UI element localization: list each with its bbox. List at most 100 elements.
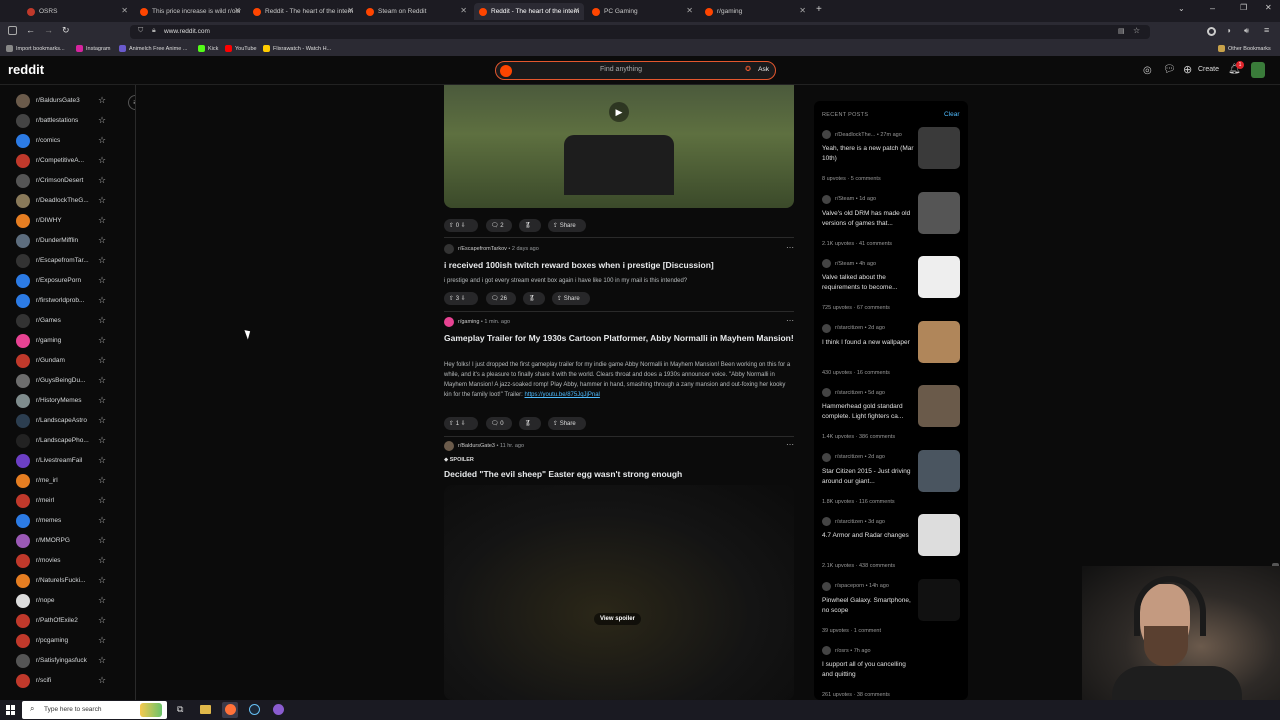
favorite-star-icon[interactable]: ☆ (98, 355, 106, 366)
more-options-icon[interactable]: ⋯ (786, 316, 794, 325)
favorite-star-icon[interactable]: ☆ (98, 295, 106, 306)
clear-button[interactable]: Clear (944, 111, 960, 118)
favorite-star-icon[interactable]: ☆ (98, 175, 106, 186)
recent-post-sub[interactable]: r/osrs (835, 648, 849, 654)
downvote-icon[interactable]: ⇩ (461, 420, 466, 427)
sidebar-item[interactable]: r/CompetitiveA... ☆ (0, 152, 135, 170)
minimize-window-icon[interactable]: – (1210, 3, 1215, 13)
speaker-icon[interactable]: 🔊︎ (1244, 26, 1249, 36)
sidebar-item[interactable]: r/DunderMifflin ☆ (0, 232, 135, 250)
search-input[interactable]: Find anything ✪ Ask (495, 61, 776, 80)
close-tab-icon[interactable]: ✕ (460, 6, 467, 15)
more-options-icon[interactable]: ⋯ (786, 243, 794, 252)
sidebar-item[interactable]: r/comics ☆ (0, 132, 135, 150)
recent-post-card[interactable]: r/starcitizen • 3d ago 4.7 Armor and Rada… (814, 514, 968, 577)
recent-post-title[interactable]: I think I found a new wallpaper (822, 338, 914, 348)
taskbar-search-input[interactable]: ⌕ Type here to search (22, 701, 167, 719)
file-explorer-icon[interactable] (200, 705, 211, 714)
favorite-star-icon[interactable]: ☆ (98, 375, 106, 386)
award-button[interactable]: 🏅︎ (519, 417, 541, 430)
extension-icon[interactable] (1207, 27, 1216, 36)
recent-post-sub[interactable]: r/starcitizen (835, 390, 863, 396)
sidebar-item[interactable]: r/me_irl ☆ (0, 472, 135, 490)
favorite-star-icon[interactable]: ☆ (98, 455, 106, 466)
sidebar-item[interactable]: r/NatureIsFucki... ☆ (0, 572, 135, 590)
upvote-icon[interactable]: ⇧ (449, 420, 454, 427)
recent-post-card[interactable]: r/starcitizen • 2d ago I think I found a … (814, 320, 968, 384)
browser-tab[interactable]: Reddit - The heart of the intern ✕ (248, 3, 358, 20)
sidebar-item[interactable]: r/gaming ☆ (0, 332, 135, 350)
favorite-star-icon[interactable]: ☆ (98, 475, 106, 486)
favorite-star-icon[interactable]: ☆ (98, 235, 106, 246)
sidebar-toggle-icon[interactable] (8, 26, 17, 35)
more-options-icon[interactable]: ⋯ (786, 440, 794, 449)
sidebar-item[interactable]: r/nope ☆ (0, 592, 135, 610)
sidebar-item[interactable]: r/PathOfExile2 ☆ (0, 612, 135, 630)
ask-button[interactable]: Ask (758, 66, 769, 73)
favorite-star-icon[interactable]: ☆ (98, 395, 106, 406)
recent-post-sub[interactable]: r/starcitizen (835, 519, 863, 525)
recent-post-title[interactable]: 4.7 Armor and Radar changes (822, 531, 914, 541)
favorite-star-icon[interactable]: ☆ (98, 535, 106, 546)
sidebar-item[interactable]: r/ExposurePorn ☆ (0, 272, 135, 290)
favorite-star-icon[interactable]: ☆ (98, 655, 106, 666)
sidebar-item[interactable]: r/pcgaming ☆ (0, 632, 135, 650)
sidebar-item[interactable]: r/EscapefromTar... ☆ (0, 252, 135, 270)
subreddit-link[interactable]: r/EscapefromTarkov (458, 246, 507, 252)
sidebar-item[interactable]: r/CrimsonDesert ☆ (0, 172, 135, 190)
downvote-icon[interactable]: ⇩ (461, 222, 466, 229)
sidebar-item[interactable]: r/DIWHY ☆ (0, 212, 135, 230)
sidebar-item[interactable]: r/firstworldprob... ☆ (0, 292, 135, 310)
subreddit-link[interactable]: r/gaming (458, 319, 479, 325)
sidebar-item[interactable]: r/Gundam ☆ (0, 352, 135, 370)
sidebar-item[interactable]: r/LandscapeAstro ☆ (0, 412, 135, 430)
browser-tab[interactable]: Steam on Reddit ✕ (361, 3, 471, 20)
spoiler-media[interactable]: View spoiler (444, 485, 794, 700)
favorite-star-icon[interactable]: ☆ (98, 115, 106, 126)
lock-icon[interactable]: 🔒︎ (152, 27, 156, 35)
sidebar-item[interactable]: r/LandscapePho... ☆ (0, 432, 135, 450)
sidebar-item[interactable]: r/memes ☆ (0, 512, 135, 530)
favorite-star-icon[interactable]: ☆ (98, 215, 106, 226)
sidebar-item[interactable]: r/Games ☆ (0, 312, 135, 330)
recent-post-card[interactable]: r/starcitizen • 2d ago Star Citizen 2015 … (814, 449, 968, 513)
favorite-star-icon[interactable]: ☆ (98, 95, 106, 106)
reader-view-icon[interactable]: ▤ (1118, 27, 1125, 35)
close-tab-icon[interactable]: ✕ (686, 6, 693, 15)
share-button[interactable]: ⇪ Share (548, 417, 586, 430)
favorite-star-icon[interactable]: ☆ (98, 335, 106, 346)
favorite-star-icon[interactable]: ☆ (98, 135, 106, 146)
recent-post-sub[interactable]: r/Steam (835, 261, 854, 267)
upvote-icon[interactable]: ⇧ (449, 222, 454, 229)
vote-buttons[interactable]: ⇧ 3 ⇩ (444, 292, 478, 305)
sidebar-item[interactable]: r/scifi ☆ (0, 672, 135, 690)
browser-tab[interactable]: PC Gaming ✕ (587, 3, 697, 20)
close-tab-icon[interactable]: ✕ (573, 6, 580, 15)
favorite-star-icon[interactable]: ☆ (98, 155, 106, 166)
recent-post-sub[interactable]: r/Steam (835, 196, 854, 202)
bookmark-youtube[interactable]: YouTube (225, 45, 257, 52)
recent-post-title[interactable]: Yeah, there is a new patch (Mar 10th) (822, 144, 914, 164)
other-bookmarks[interactable]: Other Bookmarks (1218, 45, 1271, 52)
sidebar-item[interactable]: r/DeadlockTheG... ☆ (0, 192, 135, 210)
favorite-star-icon[interactable]: ☆ (98, 435, 106, 446)
favorite-star-icon[interactable]: ☆ (98, 275, 106, 286)
steam-icon[interactable] (249, 704, 260, 715)
sidebar-item[interactable]: r/LivestreamFail ☆ (0, 452, 135, 470)
recent-post-title[interactable]: I support all of you cancelling and quit… (822, 660, 914, 680)
favorite-star-icon[interactable]: ☆ (98, 195, 106, 206)
favorite-star-icon[interactable]: ☆ (98, 555, 106, 566)
recent-post-card[interactable]: r/Steam • 1d ago Valve's old DRM has made… (814, 191, 968, 255)
subreddit-link[interactable]: r/BaldursGate3 (458, 443, 495, 449)
browser-tab[interactable]: OSRS ✕ (22, 3, 132, 20)
recent-post-card[interactable]: r/DeadlockThe... • 27m ago Yeah, there is… (814, 127, 968, 190)
recent-post-thumbnail[interactable] (918, 449, 960, 492)
downvote-icon[interactable]: ⇩ (461, 295, 466, 302)
recent-post-title[interactable]: Pinwheel Galaxy. Smartphone, no scope (822, 596, 914, 616)
sidebar-item[interactable]: r/MMORPG ☆ (0, 532, 135, 550)
reload-icon[interactable]: ↻ (62, 25, 70, 36)
comments-button[interactable]: 🗨︎ 2 (486, 219, 512, 232)
video-player[interactable]: ▶ (444, 85, 794, 208)
tab-list-chevron-icon[interactable]: ⌄ (1178, 4, 1185, 13)
share-button[interactable]: ⇪ Share (548, 219, 586, 232)
